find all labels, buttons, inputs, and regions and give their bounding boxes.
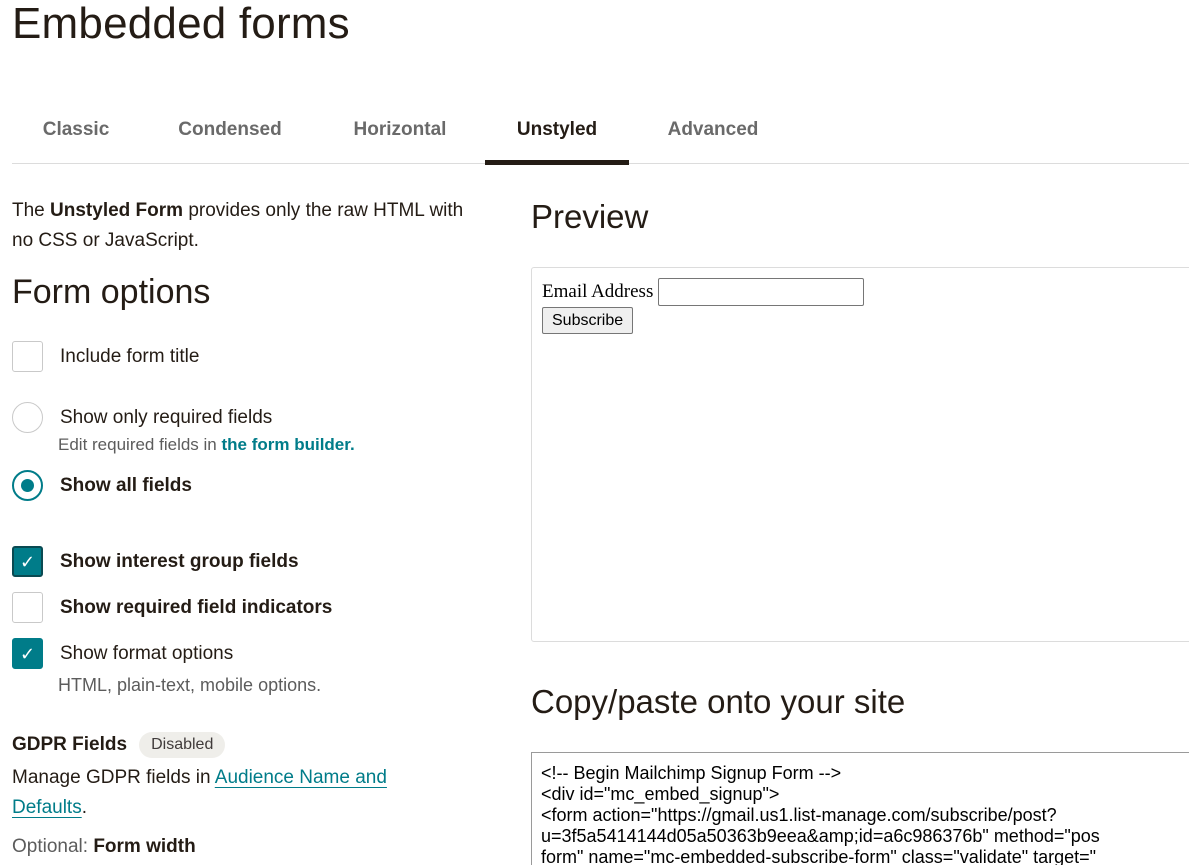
code-line: <form action="https://gmail.us1.list-man… (541, 805, 1057, 825)
required-hint-text: Edit required fields in (58, 435, 222, 454)
code-line: <!-- Begin Mailchimp Signup Form --> (541, 763, 842, 783)
preview-email-input[interactable] (658, 278, 865, 306)
code-line: form" name="mc-embedded-subscribe-form" … (541, 847, 1097, 865)
include-form-title-label: Include form title (60, 345, 200, 367)
tab-unstyled[interactable]: Unstyled (485, 96, 629, 165)
gdpr-title: GDPR Fields (12, 734, 128, 755)
required-only-radio[interactable] (12, 402, 43, 433)
tab-advanced[interactable]: Advanced (642, 96, 784, 163)
required-hint: Edit required fields in the form builder… (58, 435, 355, 455)
embed-code-textarea[interactable]: <!-- Begin Mailchimp Signup Form --> <di… (531, 752, 1189, 865)
required-only-option[interactable]: Show only required fields (12, 402, 272, 433)
gdpr-header: GDPR Fields Disabled (12, 732, 226, 758)
page-title: Embedded forms (12, 0, 350, 48)
preview-email-row: Email Address (542, 278, 865, 306)
gdpr-text: Manage GDPR fields in Audience Name and … (12, 763, 452, 823)
include-form-title-option[interactable]: Include form title (12, 341, 199, 372)
required-indicators-option[interactable]: Show required field indicators (12, 592, 332, 623)
interest-groups-checkbox[interactable]: ✓ (12, 546, 43, 577)
tab-bar: Classic Condensed Horizontal Unstyled Ad… (12, 96, 1189, 165)
format-options-label: Show format options (60, 642, 234, 664)
required-indicators-label: Show required field indicators (60, 596, 333, 618)
preview-email-label: Email Address (542, 281, 654, 302)
radio-dot (21, 479, 34, 492)
code-line: <div id="mc_embed_signup"> (541, 784, 780, 804)
all-fields-option[interactable]: Show all fields (12, 470, 192, 501)
form-options-title: Form options (12, 273, 211, 311)
format-options-checkbox[interactable]: ✓ (12, 638, 43, 669)
tab-horizontal[interactable]: Horizontal (326, 96, 474, 163)
intro-text: The Unstyled Form provides only the raw … (12, 196, 482, 256)
tab-condensed[interactable]: Condensed (152, 96, 308, 163)
gdpr-text-suffix: . (81, 797, 87, 818)
all-fields-label: Show all fields (60, 474, 192, 496)
check-icon: ✓ (19, 643, 36, 664)
intro-bold: Unstyled Form (50, 200, 184, 221)
check-icon: ✓ (19, 551, 36, 572)
copy-paste-title: Copy/paste onto your site (531, 683, 906, 720)
gdpr-text-prefix: Manage GDPR fields in (12, 767, 215, 788)
all-fields-radio[interactable] (12, 470, 43, 501)
required-only-label: Show only required fields (60, 406, 273, 428)
interest-groups-label: Show interest group fields (60, 550, 299, 572)
code-line: u=3f5a5414144d05a50363b9eea&amp;id=a6c98… (541, 826, 1100, 846)
intro-prefix: The (12, 200, 51, 221)
preview-panel: Email Address Subscribe (531, 267, 1189, 642)
format-options-option[interactable]: ✓ Show format options (12, 638, 233, 669)
preview-title: Preview (531, 198, 649, 235)
status-badge: Disabled (139, 732, 226, 758)
format-hint: HTML, plain-text, mobile options. (58, 675, 322, 695)
subscribe-button[interactable]: Subscribe (542, 307, 634, 334)
optional-prefix: Optional: (12, 836, 94, 857)
form-width-label: Form width (93, 836, 196, 857)
tab-classic[interactable]: Classic (12, 96, 140, 163)
form-width-option: Optional: Form width (12, 836, 196, 858)
embed-code-content: <!-- Begin Mailchimp Signup Form --> <di… (532, 753, 1189, 865)
include-form-title-checkbox[interactable] (12, 341, 43, 372)
required-indicators-checkbox[interactable] (12, 592, 43, 623)
interest-groups-option[interactable]: ✓ Show interest group fields (12, 546, 299, 577)
form-builder-link[interactable]: the form builder. (221, 435, 354, 454)
